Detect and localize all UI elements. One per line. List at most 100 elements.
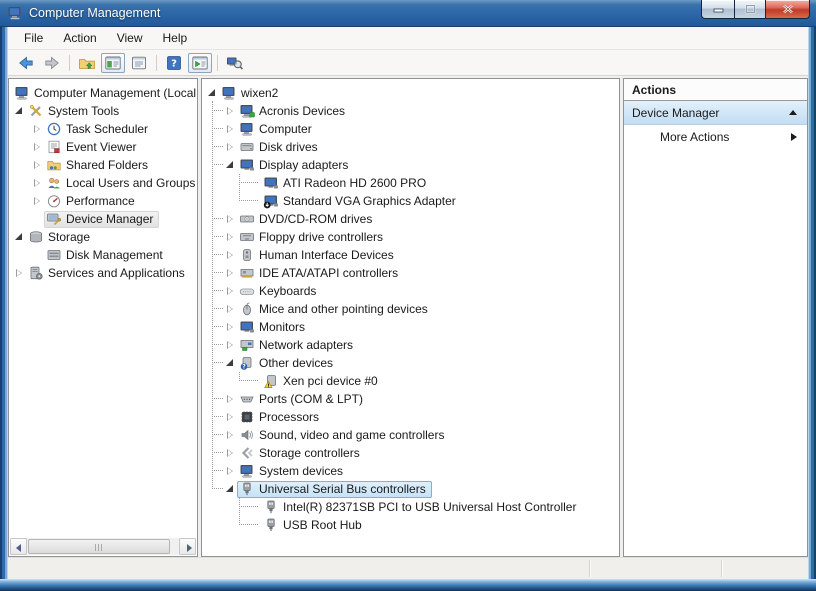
usb-icon (239, 481, 255, 497)
collapsed-arrow-icon[interactable] (223, 336, 237, 354)
menu-help[interactable]: Help (153, 28, 198, 48)
scan-hardware-changes-button[interactable] (223, 53, 247, 73)
collapsed-arrow-icon[interactable] (223, 210, 237, 228)
sidebar-item-system-tools[interactable]: System Tools (12, 102, 197, 120)
device-item-standard-vga-graphics-adapter[interactable]: Standard VGA Graphics Adapter (247, 192, 619, 210)
collapsed-arrow-icon[interactable] (223, 264, 237, 282)
menu-action[interactable]: Action (53, 28, 106, 48)
window-frame-bottom (0, 579, 816, 591)
collapsed-arrow-icon[interactable] (223, 246, 237, 264)
close-button[interactable] (766, 0, 810, 19)
sidebar-item-local-users-and-groups[interactable]: Local Users and Groups (30, 174, 197, 192)
collapsed-arrow-icon[interactable] (30, 174, 44, 192)
device-item-universal-serial-bus-controllers[interactable]: Universal Serial Bus controllers (223, 480, 619, 498)
collapsed-arrow-icon[interactable] (30, 120, 44, 138)
collapsed-arrow-icon[interactable] (30, 192, 44, 210)
minimize-button[interactable] (701, 0, 734, 19)
collapsed-arrow-icon[interactable] (223, 462, 237, 480)
collapsed-arrow-icon[interactable] (12, 264, 26, 282)
horizontal-scrollbar[interactable] (10, 538, 196, 555)
scrollbar-track[interactable] (27, 538, 179, 555)
show-action-pane-button[interactable] (188, 53, 212, 73)
sidebar-item-computer-management-root[interactable]: Computer Management (Local (12, 84, 197, 102)
device-item-display-adapters[interactable]: Display adapters (223, 156, 619, 174)
expanded-arrow-icon[interactable] (223, 156, 237, 174)
device-item-dvd-cd-rom-drives[interactable]: DVD/CD-ROM drives (223, 210, 619, 228)
device-item-processors[interactable]: Processors (223, 408, 619, 426)
device-item-acronis-devices[interactable]: Acronis Devices (223, 102, 619, 120)
console-tree: Computer Management (Local System Tools … (9, 79, 197, 556)
properties-button[interactable] (127, 53, 151, 73)
device-item-wixen2[interactable]: wixen2 (205, 84, 619, 102)
collapsed-arrow-icon[interactable] (223, 390, 237, 408)
device-item-usb-root-hub[interactable]: USB Root Hub (247, 516, 619, 534)
maximize-button[interactable] (734, 0, 766, 19)
scroll-right-arrow[interactable] (179, 538, 196, 555)
sidebar-item-shared-folders[interactable]: Shared Folders (30, 156, 197, 174)
forward-button[interactable] (40, 53, 64, 73)
device-item-ati-radeon-hd-2600-pro[interactable]: ATI Radeon HD 2600 PRO (247, 174, 619, 192)
more-actions-item[interactable]: More Actions (624, 125, 807, 148)
computer-icon (221, 85, 237, 101)
actions-group-device-manager[interactable]: Device Manager (624, 101, 807, 125)
collapsed-arrow-icon[interactable] (223, 138, 237, 156)
toolbar-separator (156, 55, 157, 71)
maximize-icon (745, 4, 756, 14)
collapsed-arrow-icon[interactable] (223, 228, 237, 246)
help-button[interactable] (162, 53, 186, 73)
show-console-tree-button[interactable] (101, 53, 125, 73)
expanded-arrow-icon[interactable] (12, 228, 26, 246)
collapsed-arrow-icon[interactable] (223, 102, 237, 120)
acronis-devices-icon (239, 103, 255, 119)
collapsed-arrow-icon[interactable] (223, 300, 237, 318)
scrollbar-thumb[interactable] (28, 539, 170, 554)
expanded-arrow-icon[interactable] (223, 480, 237, 498)
toolbar-separator (217, 55, 218, 71)
sidebar-item-event-viewer[interactable]: Event Viewer (30, 138, 197, 156)
menu-view[interactable]: View (107, 28, 153, 48)
device-item-ide-ata-atapi-controllers[interactable]: IDE ATA/ATAPI controllers (223, 264, 619, 282)
display-adapter-icon (263, 175, 279, 191)
device-item-storage-controllers[interactable]: Storage controllers (223, 444, 619, 462)
sidebar-item-performance[interactable]: Performance (30, 192, 197, 210)
sidebar-item-storage[interactable]: Storage (12, 228, 197, 246)
device-item-disk-drives[interactable]: Disk drives (223, 138, 619, 156)
device-item-human-interface-devices[interactable]: Human Interface Devices (223, 246, 619, 264)
device-item-other-devices[interactable]: Other devices (223, 354, 619, 372)
computer-management-window: Computer Management File Action View Hel… (0, 0, 816, 591)
sidebar-item-device-manager[interactable]: Device Manager (30, 210, 197, 228)
device-item-network-adapters[interactable]: Network adapters (223, 336, 619, 354)
collapsed-arrow-icon[interactable] (223, 426, 237, 444)
device-item-xen-pci-device-0[interactable]: Xen pci device #0 (247, 372, 619, 390)
collapsed-arrow-icon[interactable] (223, 444, 237, 462)
show-action-pane-icon (191, 55, 209, 71)
expanded-arrow-icon[interactable] (12, 102, 26, 120)
device-item-floppy-drive-controllers[interactable]: Floppy drive controllers (223, 228, 619, 246)
scroll-left-arrow[interactable] (10, 538, 27, 555)
sidebar-item-task-scheduler[interactable]: Task Scheduler (30, 120, 197, 138)
device-item-intel-82371sb-usb-host-controller[interactable]: Intel(R) 82371SB PCI to USB Universal Ho… (247, 498, 619, 516)
device-item-computer[interactable]: Computer (223, 120, 619, 138)
collapsed-arrow-icon[interactable] (223, 408, 237, 426)
sidebar-item-services-and-applications[interactable]: Services and Applications (12, 264, 197, 282)
device-item-system-devices[interactable]: System devices (223, 462, 619, 480)
device-item-ports-com-lpt[interactable]: Ports (COM & LPT) (223, 390, 619, 408)
collapsed-arrow-icon[interactable] (223, 282, 237, 300)
collapsed-arrow-icon[interactable] (30, 138, 44, 156)
collapsed-arrow-icon[interactable] (223, 120, 237, 138)
expanded-arrow-icon[interactable] (223, 354, 237, 372)
chevron-up-icon[interactable] (789, 110, 797, 115)
device-item-keyboards[interactable]: Keyboards (223, 282, 619, 300)
up-level-button[interactable] (75, 53, 99, 73)
device-item-monitors[interactable]: Monitors (223, 318, 619, 336)
device-item-sound-video-game-controllers[interactable]: Sound, video and game controllers (223, 426, 619, 444)
collapsed-arrow-icon[interactable] (223, 318, 237, 336)
collapsed-arrow-icon[interactable] (30, 156, 44, 174)
menu-file[interactable]: File (14, 28, 53, 48)
sidebar-item-disk-management[interactable]: Disk Management (30, 246, 197, 264)
back-button[interactable] (14, 53, 38, 73)
title-bar[interactable]: Computer Management (0, 0, 816, 27)
minimize-icon (713, 5, 724, 14)
device-item-mice-and-other-pointing-devices[interactable]: Mice and other pointing devices (223, 300, 619, 318)
expanded-arrow-icon[interactable] (205, 84, 219, 102)
